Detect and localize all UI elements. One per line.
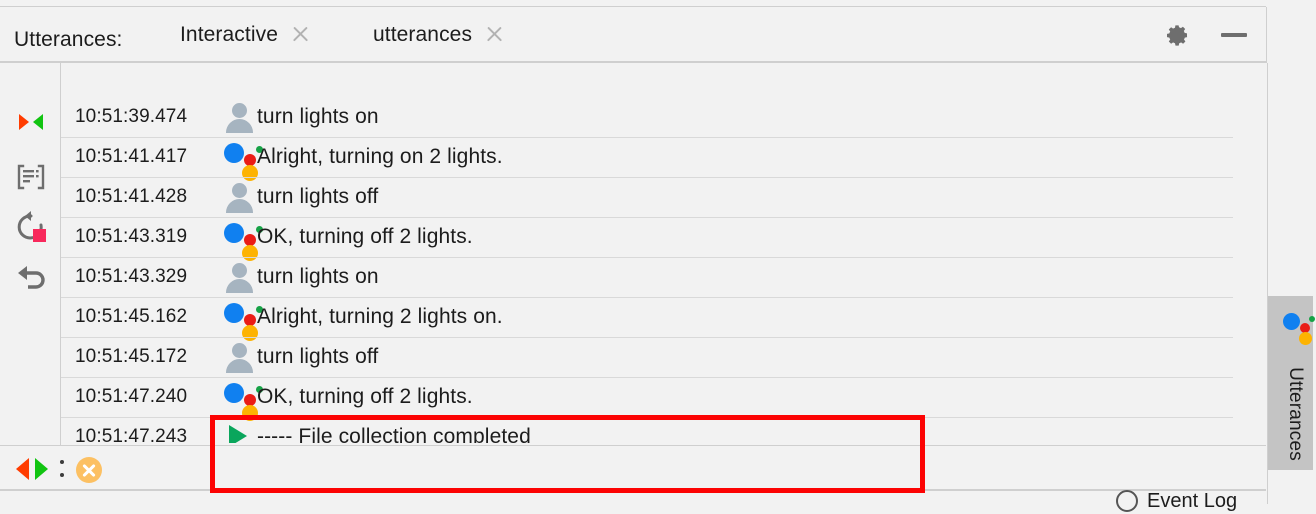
google-assistant-icon (216, 137, 263, 181)
google-assistant-icon (1277, 308, 1315, 345)
user-avatar-icon (216, 257, 256, 297)
tool-window-root: Utterances: Interactive utterances 10:51… (0, 0, 1316, 512)
table-row[interactable]: 10:51:43.329 turn lights on (61, 257, 1233, 297)
left-right-arrows-icon[interactable] (16, 458, 48, 480)
header-actions (1146, 7, 1266, 62)
table-row[interactable]: 10:51:47.240 OK, turning off 2 lights. (61, 377, 1233, 421)
console-toolbar (0, 63, 60, 443)
row-timestamp: 10:51:41.417 (75, 146, 188, 167)
row-timestamp: 10:51:45.172 (75, 346, 188, 367)
tab-utterances[interactable]: utterances (373, 7, 503, 62)
gear-icon[interactable] (1166, 23, 1190, 47)
sidebar-item-label: Utterances (1285, 367, 1306, 461)
warning-x-circle-icon[interactable] (76, 457, 102, 483)
circle-icon (1116, 490, 1138, 512)
soft-wrap-toggle-icon[interactable] (14, 105, 48, 139)
vertical-dots-icon[interactable] (60, 459, 66, 479)
row-message: turn lights off (257, 185, 379, 208)
undo-icon[interactable] (14, 261, 48, 295)
tab-utterances-label: utterances (373, 22, 473, 46)
google-assistant-icon (216, 63, 256, 66)
row-message: OK, turning off 2 lights. (257, 225, 473, 248)
table-row[interactable]: 10:51:47.243 ----- File collection compl… (61, 417, 1233, 443)
google-assistant-icon (216, 297, 263, 341)
google-assistant-icon (216, 377, 263, 421)
row-timestamp: 10:51:45.162 (75, 306, 188, 327)
close-icon[interactable] (486, 26, 503, 43)
tab-interactive-label: Interactive (180, 22, 278, 46)
minimize-icon[interactable] (1221, 33, 1247, 37)
row-timestamp: 10:51:43.319 (75, 226, 188, 247)
table-row[interactable]: 10:51:45.172 turn lights off (61, 337, 1233, 377)
row-message: OK, turning off 2 lights. (257, 385, 473, 408)
row-timestamp: 10:51:47.240 (75, 386, 188, 407)
row-message: Alright, turning on 2 lights. (257, 145, 503, 168)
row-timestamp: 10:51:47.243 (75, 426, 188, 443)
rerun-icon[interactable] (14, 210, 48, 244)
statusbar (0, 446, 1266, 490)
console-output[interactable]: 10:51:39.474 turn lights on 10:51:41.417… (61, 63, 1233, 443)
row-message: turn lights on (257, 265, 379, 288)
user-avatar-icon (216, 97, 256, 137)
table-row[interactable]: 10:51:39.474 turn lights on (61, 97, 1233, 137)
row-message: turn lights on (257, 105, 379, 128)
row-message: turn lights off (257, 345, 379, 368)
table-row[interactable]: 10:51:43.319 OK, turning off 2 lights. (61, 217, 1233, 261)
google-assistant-icon (216, 217, 263, 261)
table-row[interactable]: 10:51:41.417 Alright, turning on 2 light… (61, 137, 1233, 181)
row-timestamp: 10:51:41.428 (75, 186, 188, 207)
row-message: ----- File collection completed (257, 425, 531, 443)
tab-interactive[interactable]: Interactive (180, 7, 309, 62)
print-icon[interactable] (14, 160, 48, 194)
row-timestamp: 10:51:43.329 (75, 266, 188, 287)
sidebar-item-utterances[interactable]: Utterances (1268, 296, 1315, 470)
event-log-button[interactable]: Event Log (1116, 488, 1266, 514)
table-row[interactable]: 10:51:41.428 turn lights off (61, 177, 1233, 217)
close-icon[interactable] (292, 26, 309, 43)
tool-window-header: Utterances: Interactive utterances (0, 7, 1266, 67)
user-avatar-icon (216, 337, 256, 377)
table-row[interactable]: 10:51:45.162 Alright, turning 2 lights o… (61, 297, 1233, 341)
page-title: Utterances: (14, 28, 123, 51)
event-log-label: Event Log (1147, 489, 1238, 512)
row-timestamp: 10:51:39.474 (75, 106, 188, 127)
row-message: Alright, turning 2 lights on. (257, 305, 503, 328)
play-triangle-icon (216, 417, 256, 443)
user-avatar-icon (216, 177, 256, 217)
